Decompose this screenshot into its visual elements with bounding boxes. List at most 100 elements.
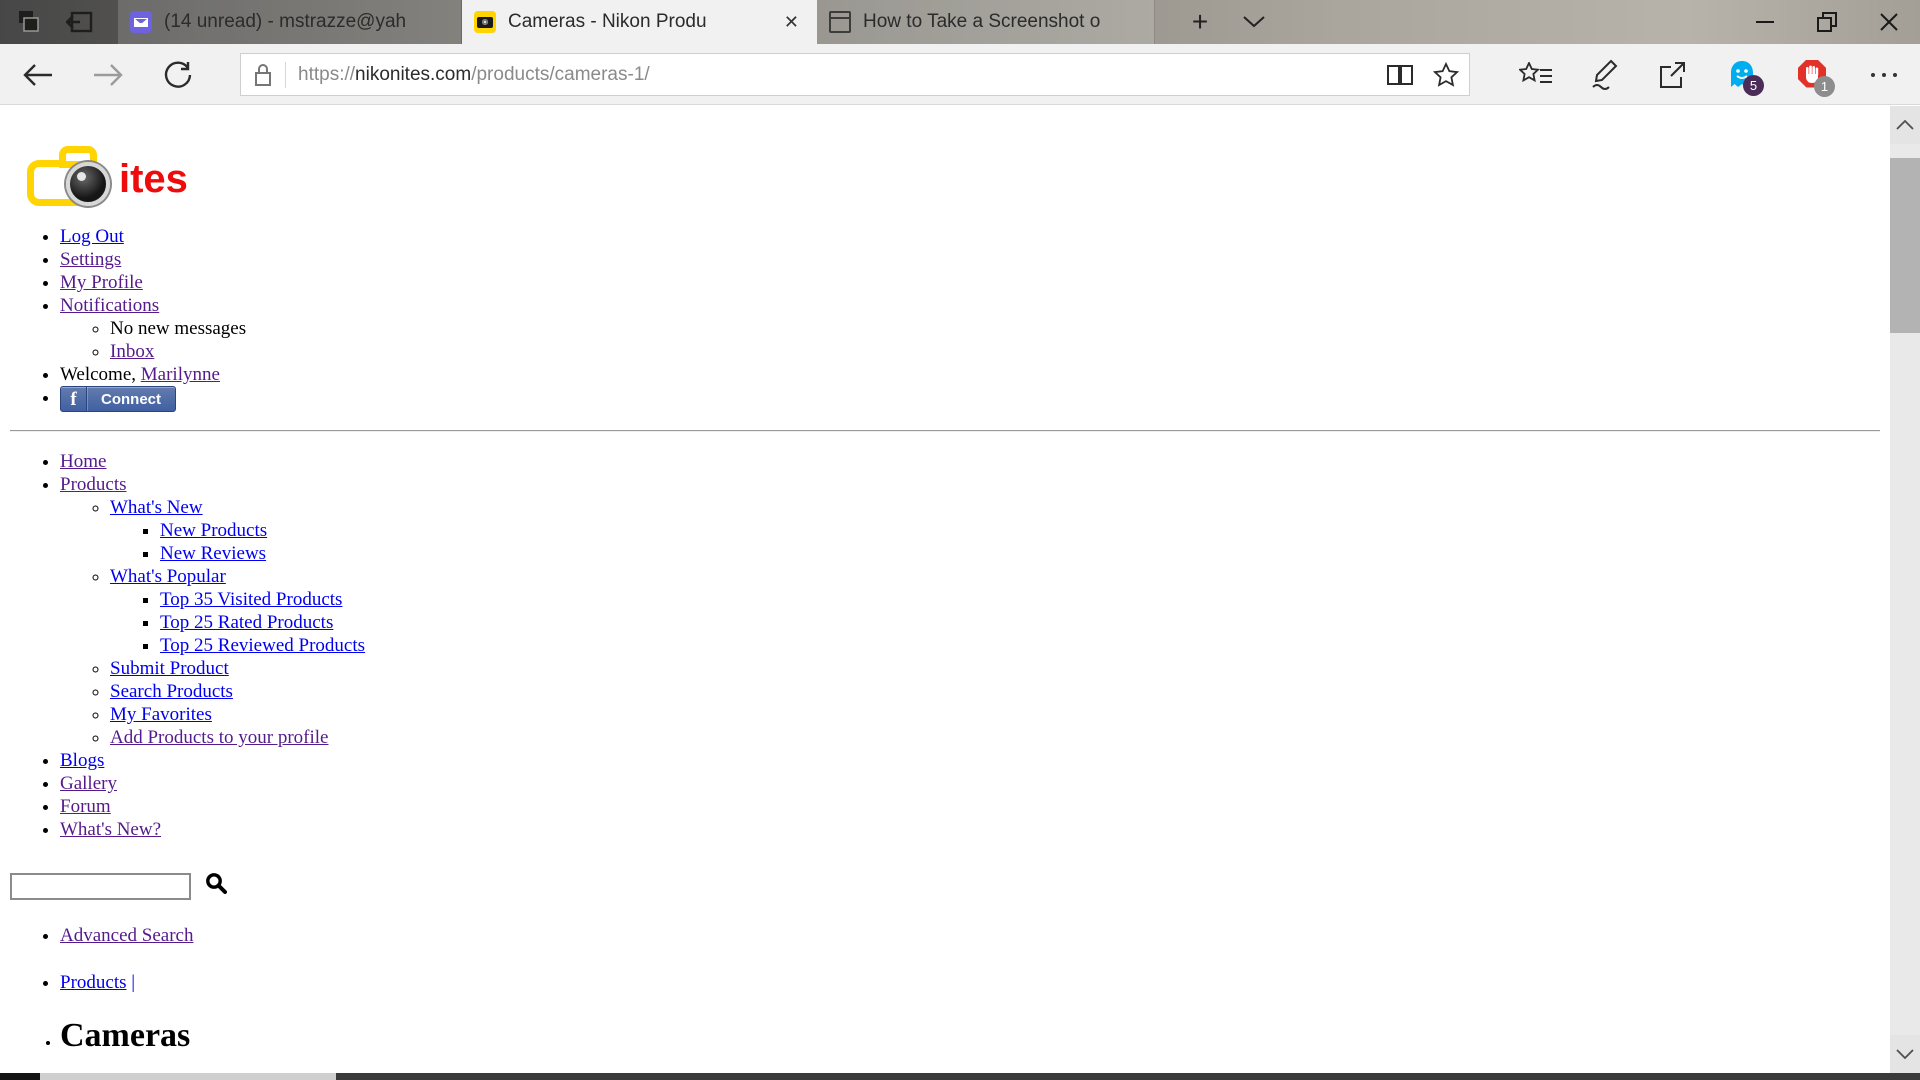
list-item: Top 25 Rated Products [160, 611, 1890, 634]
list-item: Search Products [110, 680, 1890, 703]
products-link[interactable]: Products [60, 474, 127, 495]
camera-icon [474, 11, 496, 33]
my-favorites-link[interactable]: My Favorites [110, 704, 212, 725]
user-menu: Log Out Settings My Profile Notification… [10, 225, 1890, 412]
hub-favorites-icon[interactable] [1508, 44, 1564, 105]
welcome-text: Welcome, [60, 364, 141, 385]
new-reviews-link[interactable]: New Reviews [160, 543, 266, 564]
camera-logo-lens-icon [66, 162, 110, 206]
search-products-link[interactable]: Search Products [110, 681, 233, 702]
top-visited-link[interactable]: Top 35 Visited Products [160, 589, 342, 610]
add-products-link[interactable]: Add Products to your profile [110, 727, 328, 748]
list-item: Log Out [60, 225, 1890, 248]
minimize-button[interactable] [1734, 0, 1796, 44]
forward-button[interactable] [78, 44, 138, 105]
share-icon[interactable] [1644, 44, 1700, 105]
search-input[interactable] [10, 872, 191, 900]
facebook-connect-label: Connect [101, 390, 161, 408]
add-favorite-star-icon[interactable] [1423, 54, 1469, 95]
list-item: New Products [160, 519, 1890, 542]
breadcrumb-separator: | [131, 972, 136, 993]
web-note-pen-icon[interactable] [1576, 44, 1632, 105]
yahoo-mail-icon [130, 11, 152, 33]
whats-new-q-link[interactable]: What's New? [60, 819, 161, 840]
tab-close-icon[interactable]: ✕ [778, 10, 805, 35]
username-link[interactable]: Marilynne [141, 364, 220, 385]
list-item: Gallery [60, 772, 1890, 795]
list-item: Cameras [60, 1018, 1890, 1054]
restore-button[interactable] [1796, 0, 1858, 44]
tab-cameras-active[interactable]: Cameras - Nikon Produ ✕ [462, 0, 817, 44]
submit-product-link[interactable]: Submit Product [110, 658, 229, 679]
list-item: f Connect [60, 386, 1890, 412]
notifications-link[interactable]: Notifications [60, 295, 159, 316]
vertical-scrollbar[interactable] [1890, 106, 1920, 1073]
reading-view-icon[interactable] [1377, 54, 1423, 95]
list-item: Top 25 Reviewed Products [160, 634, 1890, 657]
my-profile-link[interactable]: My Profile [60, 272, 143, 293]
refresh-button[interactable] [148, 44, 208, 105]
top-rated-link[interactable]: Top 25 Rated Products [160, 612, 333, 633]
breadcrumb-products-link[interactable]: Products [60, 972, 127, 993]
advanced-search-list: Advanced Search [10, 924, 1890, 947]
bottom-edge-bar [0, 1073, 1920, 1080]
close-window-button[interactable] [1858, 0, 1920, 44]
horizontal-scroll-segment [0, 1073, 40, 1080]
new-tab-button[interactable]: + [1182, 4, 1218, 40]
lock-icon [241, 63, 285, 87]
scroll-up-button[interactable] [1890, 106, 1920, 144]
list-item: Inbox [110, 340, 1890, 363]
list-item: My Profile [60, 271, 1890, 294]
list-item: Add Products to your profile [110, 726, 1890, 749]
ghostery-badge: 5 [1743, 74, 1764, 96]
address-bar: https://nikonites.com/products/cameras-1… [0, 44, 1920, 105]
scrollbar-thumb[interactable] [1890, 158, 1920, 333]
whats-new-link[interactable]: What's New [110, 497, 203, 518]
site-logo[interactable]: ites [27, 145, 227, 207]
forum-link[interactable]: Forum [60, 796, 111, 817]
whats-popular-link[interactable]: What's Popular [110, 566, 226, 587]
back-button[interactable] [8, 44, 68, 105]
tab-title: (14 unread) - mstrazze@yah [164, 11, 407, 32]
advanced-search-link[interactable]: Advanced Search [60, 925, 193, 946]
log-out-link[interactable]: Log Out [60, 226, 124, 247]
blogs-link[interactable]: Blogs [60, 750, 104, 771]
ghostery-extension-button[interactable]: 5 [1714, 44, 1770, 105]
gallery-link[interactable]: Gallery [60, 773, 117, 794]
home-link[interactable]: Home [60, 451, 106, 472]
tab-tools [0, 0, 118, 44]
inbox-link[interactable]: Inbox [110, 341, 154, 362]
list-item: What's Popular Top 35 Visited Products T… [110, 565, 1890, 657]
horizontal-scroll-thumb[interactable] [40, 1073, 336, 1080]
url-text[interactable]: https://nikonites.com/products/cameras-1… [298, 64, 1377, 86]
facebook-f-icon: f [61, 387, 87, 411]
tab-mail[interactable]: (14 unread) - mstrazze@yah [118, 0, 462, 44]
list-item: Settings [60, 248, 1890, 271]
new-products-link[interactable]: New Products [160, 520, 267, 541]
settings-link[interactable]: Settings [60, 249, 121, 270]
list-item: New Reviews [160, 542, 1890, 565]
search-icon[interactable] [205, 872, 227, 900]
tab-preview-chevron-icon[interactable] [1236, 4, 1272, 40]
scroll-down-button[interactable] [1890, 1035, 1920, 1073]
no-new-messages-text: No new messages [110, 318, 247, 339]
url-box[interactable]: https://nikonites.com/products/cameras-1… [240, 53, 1470, 96]
window-controls [1734, 0, 1920, 44]
tab-screenshot[interactable]: How to Take a Screenshot o [817, 0, 1155, 44]
list-item: Welcome, Marilynne [60, 363, 1890, 386]
tab-bar: (14 unread) - mstrazze@yah Cameras - Nik… [0, 0, 1920, 44]
top-reviewed-link[interactable]: Top 25 Reviewed Products [160, 635, 365, 656]
tabs-set-aside-icon[interactable] [16, 9, 42, 35]
search-form [10, 872, 1890, 900]
list-item: Advanced Search [60, 924, 1890, 947]
settings-more-icon[interactable] [1856, 44, 1912, 105]
heading-list: Cameras [10, 1018, 1890, 1054]
content-blocker-extension-button[interactable]: 1 [1784, 44, 1840, 105]
set-tabs-aside-icon[interactable] [66, 10, 94, 34]
list-item: Top 35 Visited Products [160, 588, 1890, 611]
facebook-connect-button[interactable]: f Connect [60, 386, 176, 412]
list-item: What's New New Products New Reviews [110, 496, 1890, 565]
list-item: Home [60, 450, 1890, 473]
url-scheme: https:// [298, 63, 356, 85]
page-content: ites Log Out Settings My Profile Notific… [0, 106, 1890, 1073]
